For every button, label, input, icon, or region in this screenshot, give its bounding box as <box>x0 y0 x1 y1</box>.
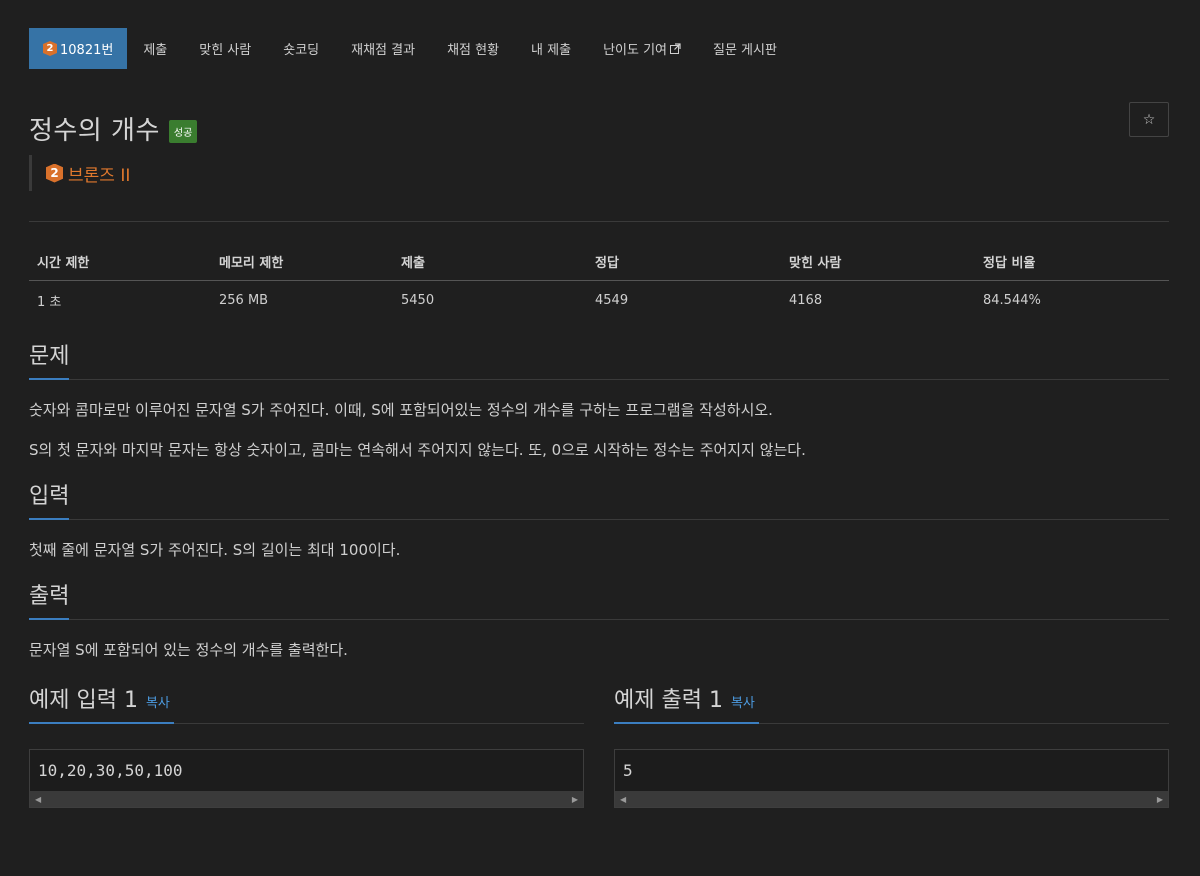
sample-header: 예제 입력 1 복사 <box>29 686 584 724</box>
tab-problem-label: 10821번 <box>60 43 114 58</box>
tab-qna-board[interactable]: 질문 게시판 <box>697 28 793 69</box>
tab-judge-status[interactable]: 채점 현황 <box>431 28 515 69</box>
horizontal-scrollbar[interactable]: ◀ ▶ <box>615 791 1168 807</box>
tab-qna-board-label: 질문 게시판 <box>713 43 777 58</box>
sample-input-box[interactable]: 10,20,30,50,100 ◀ ▶ <box>29 749 584 808</box>
horizontal-scrollbar[interactable]: ◀ ▶ <box>30 791 583 807</box>
stats-value: 1 초 <box>37 295 62 310</box>
scroll-left-icon[interactable]: ◀ <box>620 795 626 804</box>
tab-problem[interactable]: 2 10821번 <box>29 28 128 69</box>
tab-judge-status-label: 채점 현황 <box>447 43 500 58</box>
divider <box>29 221 1169 222</box>
tab-solved-users[interactable]: 맞힌 사람 <box>183 28 267 69</box>
external-link-icon <box>670 43 681 54</box>
tab-difficulty-contribution-label: 난이도 기여 <box>603 43 667 58</box>
sample-input-content: 10,20,30,50,100 <box>38 761 183 780</box>
problem-tabs: 2 10821번 제출 맞힌 사람 숏코딩 재채점 결과 채점 현황 내 제출 … <box>29 28 1169 69</box>
tab-submit[interactable]: 제출 <box>127 28 183 69</box>
paragraph: 첫째 줄에 문자열 S가 주어진다. S의 길이는 최대 100이다. <box>29 541 401 559</box>
bronze-tier-icon: 2 <box>46 163 63 183</box>
scroll-left-icon[interactable]: ◀ <box>35 795 41 804</box>
output-section: 출력 문자열 S에 포함되어 있는 정수의 개수를 출력한다. <box>29 582 1169 660</box>
star-button[interactable]: ☆ <box>1129 102 1169 137</box>
input-description: 첫째 줄에 문자열 S가 주어진다. S의 길이는 최대 100이다. <box>29 540 1169 560</box>
stats-value: 4168 <box>789 293 823 308</box>
copy-button[interactable]: 복사 <box>731 689 755 719</box>
stats-value: 4549 <box>595 293 629 308</box>
output-description: 문자열 S에 포함되어 있는 정수의 개수를 출력한다. <box>29 640 1169 660</box>
tier-name: 브론즈 II <box>68 165 131 186</box>
section-title: 문제 <box>29 342 70 380</box>
sample-title: 예제 출력 1 복사 <box>614 686 759 724</box>
stats-header: 맞힌 사람 <box>781 242 975 281</box>
sample-output: 예제 출력 1 복사 5 ◀ ▶ <box>614 686 1169 808</box>
bronze-tier-icon: 2 <box>43 41 57 56</box>
page-title: 정수의 개수 <box>29 115 160 146</box>
copy-button[interactable]: 복사 <box>146 689 170 719</box>
section-title: 출력 <box>29 582 70 620</box>
sample-output-content: 5 <box>623 761 633 780</box>
sample-output-box[interactable]: 5 ◀ ▶ <box>614 749 1169 808</box>
stats-table: 시간 제한 메모리 제한 제출 정답 맞힌 사람 정답 비율 1 초 256 M… <box>29 242 1169 318</box>
problem-page: 2 10821번 제출 맞힌 사람 숏코딩 재채점 결과 채점 현황 내 제출 … <box>29 28 1169 808</box>
sample-title: 예제 입력 1 복사 <box>29 686 174 724</box>
status-badge: 성공 <box>168 119 198 143</box>
tab-submit-label: 제출 <box>143 43 168 58</box>
paragraph: 숫자와 콤마로만 이루어진 문자열 S가 주어진다. 이때, S에 포함되어있는… <box>29 401 773 419</box>
title-row: 정수의 개수 성공 ☆ <box>29 102 1169 146</box>
stats-header-row: 시간 제한 메모리 제한 제출 정답 맞힌 사람 정답 비율 <box>29 242 1169 281</box>
section-header: 문제 <box>29 342 1169 380</box>
tab-my-submissions-label: 내 제출 <box>531 43 572 58</box>
sample-title-text: 예제 출력 1 <box>614 688 723 713</box>
stats-header: 정답 <box>587 242 781 281</box>
stats-value: 5450 <box>401 293 435 308</box>
scroll-right-icon[interactable]: ▶ <box>1157 795 1163 804</box>
sample-input: 예제 입력 1 복사 10,20,30,50,100 ◀ ▶ <box>29 686 584 808</box>
input-section: 입력 첫째 줄에 문자열 S가 주어진다. S의 길이는 최대 100이다. <box>29 482 1169 560</box>
stats-header: 메모리 제한 <box>211 242 393 281</box>
tab-rejudge-results[interactable]: 재채점 결과 <box>335 28 431 69</box>
tab-difficulty-contribution[interactable]: 난이도 기여 <box>587 28 697 69</box>
tab-short-coding-label: 숏코딩 <box>283 43 320 58</box>
stats-value: 84.544% <box>983 293 1041 308</box>
tier-info: 2 브론즈 II <box>29 155 1169 191</box>
samples: 예제 입력 1 복사 10,20,30,50,100 ◀ ▶ 예제 출력 1 복… <box>29 686 1169 808</box>
scroll-right-icon[interactable]: ▶ <box>572 795 578 804</box>
sample-title-text: 예제 입력 1 <box>29 688 138 713</box>
tab-rejudge-results-label: 재채점 결과 <box>351 43 416 58</box>
stats-header: 시간 제한 <box>29 242 211 281</box>
section-title: 입력 <box>29 482 70 520</box>
star-icon: ☆ <box>1142 111 1156 128</box>
stats-value-row: 1 초 256 MB 5450 4549 4168 84.544% <box>29 281 1169 319</box>
tab-short-coding[interactable]: 숏코딩 <box>267 28 335 69</box>
problem-description: 숫자와 콤마로만 이루어진 문자열 S가 주어진다. 이때, S에 포함되어있는… <box>29 400 1169 460</box>
stats-header: 제출 <box>393 242 587 281</box>
paragraph: 문자열 S에 포함되어 있는 정수의 개수를 출력한다. <box>29 641 348 659</box>
tab-my-submissions[interactable]: 내 제출 <box>515 28 587 69</box>
section-header: 출력 <box>29 582 1169 620</box>
sample-header: 예제 출력 1 복사 <box>614 686 1169 724</box>
stats-value: 256 MB <box>219 293 269 308</box>
section-header: 입력 <box>29 482 1169 520</box>
problem-section: 문제 숫자와 콤마로만 이루어진 문자열 S가 주어진다. 이때, S에 포함되… <box>29 342 1169 460</box>
paragraph: S의 첫 문자와 마지막 문자는 항상 숫자이고, 콤마는 연속해서 주어지지 … <box>29 441 806 459</box>
tab-solved-users-label: 맞힌 사람 <box>199 43 252 58</box>
stats-header: 정답 비율 <box>975 242 1169 281</box>
